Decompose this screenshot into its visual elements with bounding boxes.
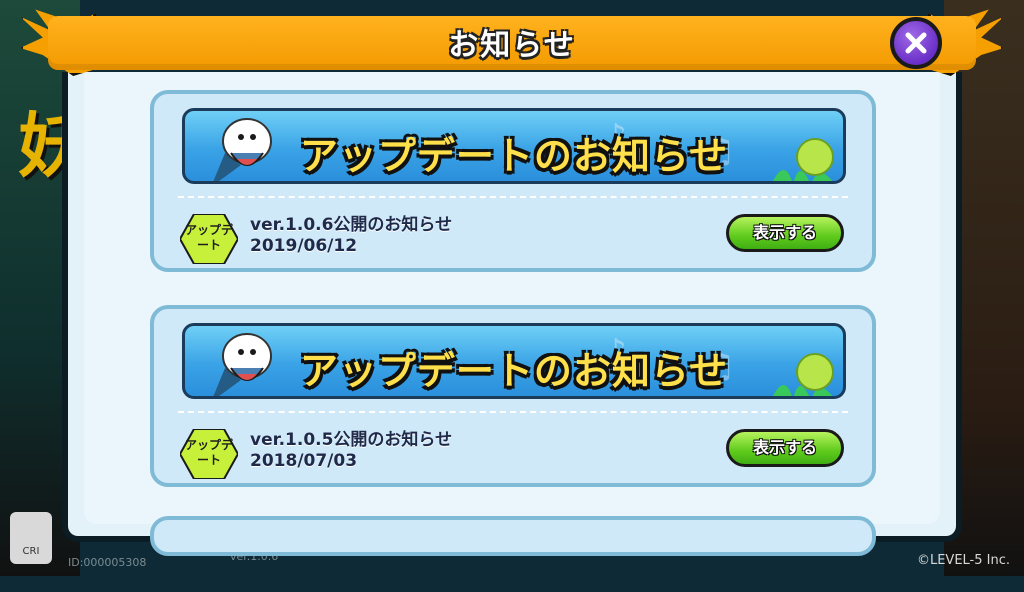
notice-banner[interactable]: ♪ ♫ アップデートのお知らせ	[182, 108, 846, 184]
notice-card: ♪ ♫ アップデートのお知らせ アップデート ver.1.0.6公開のお知らせ …	[150, 90, 876, 272]
update-badge-icon: アップデート	[178, 213, 240, 265]
player-id: ID:000005308	[68, 556, 147, 569]
banner-title: アップデートのお知らせ	[299, 349, 729, 393]
notice-card-partial	[150, 516, 876, 556]
notice-banner[interactable]: ♪ ♫ アップデートのお知らせ	[182, 323, 846, 399]
show-button[interactable]: 表示する	[726, 214, 844, 252]
notice-title: ver.1.0.6公開のお知らせ	[250, 215, 453, 235]
notice-card: ♪ ♫ アップデートのお知らせ アップデート ver.1.0.5公開のお知らせ …	[150, 305, 876, 487]
show-button[interactable]: 表示する	[726, 429, 844, 467]
notice-title: ver.1.0.5公開のお知らせ	[250, 430, 453, 450]
header: お知らせ	[20, 6, 1004, 76]
divider	[178, 411, 848, 413]
divider	[178, 196, 848, 198]
crie-logo: CRI	[10, 512, 52, 564]
badge-label: アップデート	[184, 223, 233, 252]
notice-date: 2018/07/03	[250, 451, 358, 471]
page-title: お知らせ	[448, 28, 576, 63]
update-badge-icon: アップデート	[178, 428, 240, 480]
close-icon	[905, 32, 927, 54]
notice-date: 2019/06/12	[250, 236, 358, 256]
badge-label: アップデート	[184, 438, 233, 467]
banner-title: アップデートのお知らせ	[299, 134, 729, 178]
copyright-text: ©LEVEL-5 Inc.	[916, 553, 1010, 568]
close-button[interactable]	[890, 17, 942, 69]
